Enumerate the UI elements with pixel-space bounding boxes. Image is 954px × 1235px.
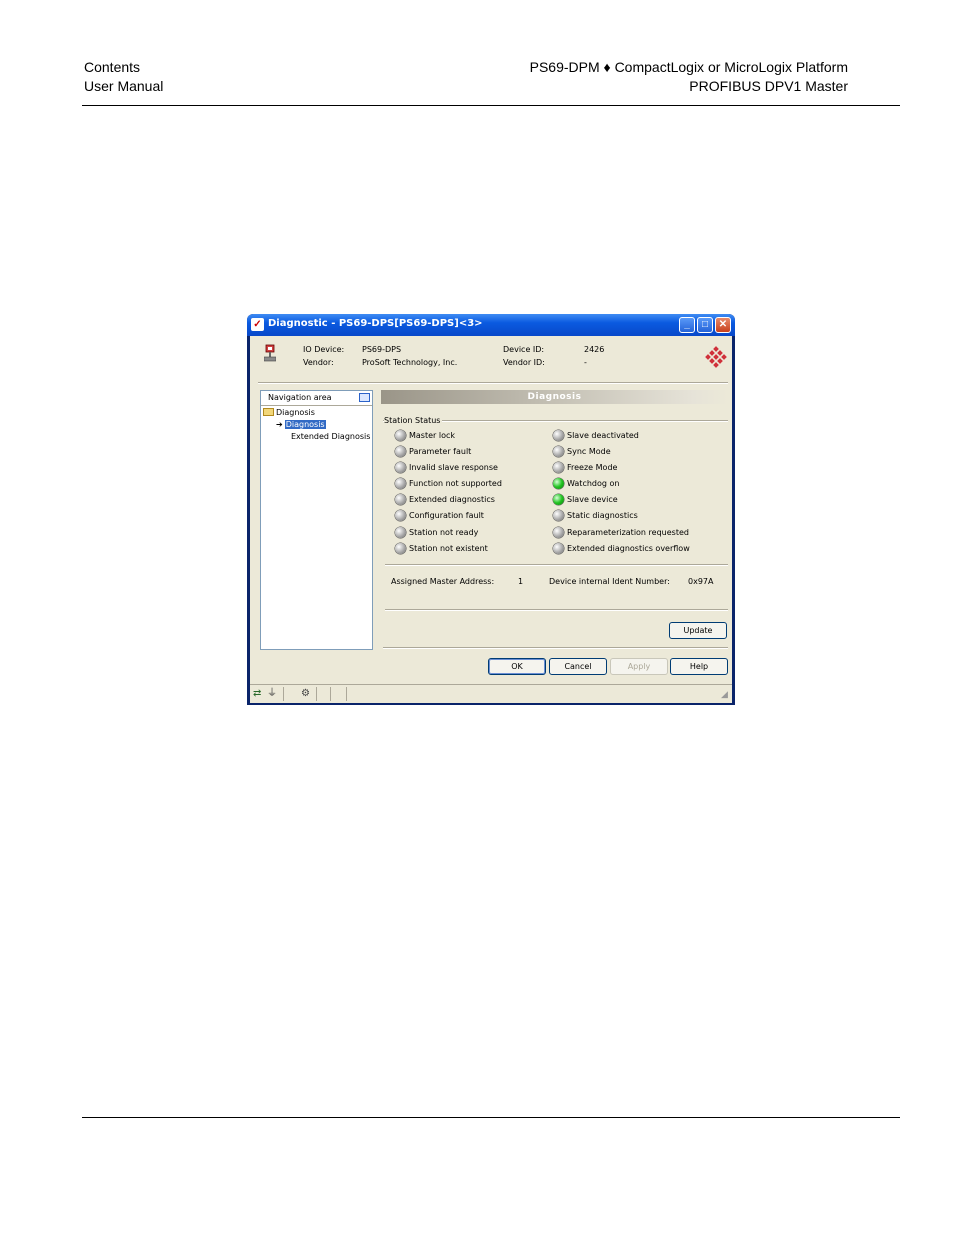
vendor-value: ProSoft Technology, Inc. xyxy=(362,358,458,367)
status-label: Extended diagnostics xyxy=(409,495,495,504)
device-status-icon[interactable]: ⏚ xyxy=(267,688,277,700)
led-icon xyxy=(395,478,406,489)
device-icon xyxy=(264,344,276,362)
station-status-label: Station Status xyxy=(384,416,443,425)
status-label: Master lock xyxy=(409,431,456,440)
close-button[interactable]: ✕ xyxy=(715,317,731,333)
led-icon xyxy=(553,430,564,441)
status-label: Function not supported xyxy=(409,479,502,488)
status-bar: ⇄ ⏚ ⚙ ◢ xyxy=(250,684,732,703)
page-header-left: Contents User Manual xyxy=(84,58,163,96)
led-icon xyxy=(395,494,406,505)
status-label: Configuration fault xyxy=(409,511,484,520)
apply-button[interactable]: Apply xyxy=(610,658,668,675)
cancel-button[interactable]: Cancel xyxy=(549,658,607,675)
diagnostic-window: ✓ Diagnostic - PS69-DPS[PS69-DPS]<3> _ □… xyxy=(247,314,735,705)
window-title: Diagnostic - PS69-DPS[PS69-DPS]<3> xyxy=(268,318,483,329)
sb-divider xyxy=(283,687,284,701)
collapse-panel-icon[interactable] xyxy=(359,393,370,402)
connect-icon[interactable]: ⇄ xyxy=(253,688,261,700)
vendor-id-label: Vendor ID: xyxy=(503,358,545,367)
led-icon xyxy=(395,446,406,457)
page-header-right: PS69-DPM ♦ CompactLogix or MicroLogix Pl… xyxy=(530,58,848,96)
minimize-button[interactable]: _ xyxy=(679,317,695,333)
vendor-logo-icon xyxy=(705,346,727,368)
status-label: Slave deactivated xyxy=(567,431,639,440)
navigation-panel: Navigation area Diagnosis ➔ Diagnosis Ext… xyxy=(260,390,373,650)
header-contents: Contents xyxy=(84,59,141,75)
device-separator xyxy=(258,382,728,384)
update-button[interactable]: Update xyxy=(669,622,727,639)
status-label: Freeze Mode xyxy=(567,463,618,472)
led-icon xyxy=(395,510,406,521)
nav-item-label: Diagnosis xyxy=(276,408,315,417)
sb-divider xyxy=(316,687,317,701)
ident-number-label: Device internal Ident Number: xyxy=(549,577,670,586)
led-icon xyxy=(395,543,406,554)
navigation-title: Navigation area xyxy=(268,393,332,402)
io-device-value: PS69-DPS xyxy=(362,345,402,354)
nav-item-extended-diagnosis[interactable]: Extended Diagnosis xyxy=(291,432,370,441)
client-area: IO Device: PS69-DPS Vendor: ProSoft Tech… xyxy=(250,336,732,703)
vendor-label: Vendor: xyxy=(303,358,334,367)
ident-number-value: 0x97A xyxy=(688,577,714,586)
footer-rule xyxy=(82,1117,900,1118)
status-label: Static diagnostics xyxy=(567,511,638,520)
led-on-icon xyxy=(553,478,564,489)
header-subtitle: PROFIBUS DPV1 Master xyxy=(689,78,848,94)
status-label: Reparameterization requested xyxy=(567,528,689,537)
help-button[interactable]: Help xyxy=(670,658,728,675)
buttons-separator xyxy=(383,647,728,649)
status-label: Extended diagnostics overflow xyxy=(567,544,690,553)
device-id-value: 2426 xyxy=(584,345,605,354)
status-label: Watchdog on xyxy=(567,479,620,488)
arrow-right-icon: ➔ xyxy=(276,420,283,429)
led-icon xyxy=(553,510,564,521)
assigned-master-value: 1 xyxy=(518,577,524,586)
navigation-header: Navigation area xyxy=(261,391,372,406)
status-label: Parameter fault xyxy=(409,447,472,456)
led-icon xyxy=(395,430,406,441)
nav-item-diagnosis-folder[interactable]: Diagnosis xyxy=(263,408,315,417)
status-label: Slave device xyxy=(567,495,618,504)
app-icon: ✓ xyxy=(251,318,264,331)
status-label: Station not ready xyxy=(409,528,479,537)
device-info: IO Device: PS69-DPS Vendor: ProSoft Tech… xyxy=(250,336,732,386)
vendor-id-value: - xyxy=(584,358,587,367)
device-id-label: Device ID: xyxy=(503,345,545,354)
led-icon xyxy=(395,462,406,473)
diagnosis-title: Diagnosis xyxy=(527,392,582,402)
nav-item-label: Diagnosis xyxy=(284,420,326,429)
nav-item-label: Extended Diagnosis xyxy=(291,432,371,441)
led-on-icon xyxy=(553,494,564,505)
header-product: PS69-DPM ♦ CompactLogix or MicroLogix Pl… xyxy=(529,59,848,75)
status-separator xyxy=(385,564,728,566)
nav-item-diagnosis[interactable]: ➔ Diagnosis xyxy=(276,420,326,429)
header-rule xyxy=(82,105,900,106)
title-bar[interactable]: ✓ Diagnostic - PS69-DPS[PS69-DPS]<3> _ □… xyxy=(247,314,735,336)
ok-button[interactable]: OK xyxy=(488,658,546,675)
led-icon xyxy=(553,543,564,554)
folder-open-icon xyxy=(263,408,274,416)
led-icon xyxy=(395,527,406,538)
resize-grip-icon[interactable]: ◢ xyxy=(721,688,728,700)
ident-separator xyxy=(385,609,728,611)
led-icon xyxy=(553,462,564,473)
sb-divider xyxy=(330,687,331,701)
status-label: Invalid slave response xyxy=(409,463,498,472)
diagnostic-tool-icon[interactable]: ⚙ xyxy=(301,688,310,700)
assigned-master-label: Assigned Master Address: xyxy=(391,577,495,586)
io-device-label: IO Device: xyxy=(303,345,345,354)
status-label: Sync Mode xyxy=(567,447,611,456)
sb-divider xyxy=(346,687,347,701)
led-icon xyxy=(553,446,564,457)
maximize-button[interactable]: □ xyxy=(697,317,713,333)
led-icon xyxy=(553,527,564,538)
header-user-manual: User Manual xyxy=(84,78,164,94)
status-label: Station not existent xyxy=(409,544,488,553)
diagnosis-header: Diagnosis xyxy=(381,390,728,404)
